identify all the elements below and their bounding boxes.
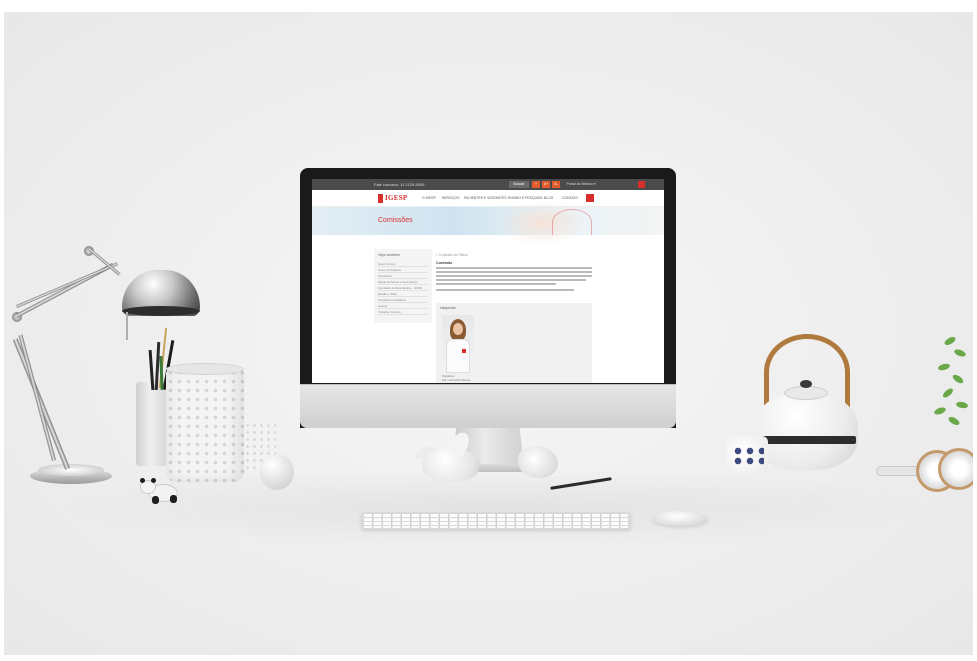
lamp-upper-arm-2 bbox=[15, 262, 119, 308]
font-decrease-button[interactable]: A- bbox=[552, 181, 560, 188]
panda-ear bbox=[140, 478, 145, 483]
stethoscope-graphic bbox=[552, 209, 592, 235]
key-row bbox=[364, 525, 628, 528]
nav-item-igesp[interactable]: O IGESP bbox=[422, 196, 436, 200]
sidebar-item[interactable]: Saúde Ambiental e Governança bbox=[378, 280, 428, 285]
key-row bbox=[364, 518, 628, 521]
plant bbox=[933, 328, 973, 428]
paragraph-line bbox=[436, 267, 592, 269]
site-topbar: Fale conosco: 11 2129-5000 Buscar + A+ A… bbox=[312, 179, 664, 190]
nav-item-ensino[interactable]: ENSINO E PESQUISA bbox=[508, 196, 542, 200]
portal-link[interactable]: Portal do Médico ▾ bbox=[564, 181, 598, 188]
page-banner: Comissões bbox=[312, 201, 664, 245]
member-role: Presidente bbox=[442, 375, 455, 378]
breadcrumb[interactable]: > Comissão de Óbitos bbox=[436, 253, 467, 257]
imac-computer: Fale conosco: 11 2129-5000 Buscar + A+ A… bbox=[300, 168, 676, 473]
nav-search-icon[interactable] bbox=[586, 194, 594, 202]
paragraph-line bbox=[436, 279, 586, 281]
sidebar-item[interactable]: Comissões bbox=[378, 274, 428, 279]
panda-leg bbox=[170, 495, 177, 503]
teapot-knob bbox=[800, 380, 812, 388]
photo-scene: Fale conosco: 11 2129-5000 Buscar + A+ A… bbox=[0, 0, 977, 661]
leaf bbox=[941, 386, 955, 400]
paragraph-line bbox=[436, 283, 556, 285]
sidebar-item[interactable]: Trabalhe Conosco bbox=[378, 310, 428, 315]
topbar-phone: Fale conosco: 11 2129-5000 bbox=[374, 182, 425, 187]
headphones bbox=[876, 446, 973, 496]
headphone-ear-cup bbox=[938, 448, 973, 490]
apple-logo-icon bbox=[481, 398, 495, 414]
paragraph-line bbox=[436, 275, 592, 277]
sidebar-item[interactable]: Corpo de Diretoria bbox=[378, 268, 428, 273]
topbar-accessibility-button[interactable]: + bbox=[532, 181, 540, 188]
sidebar-item[interactable]: Programa Compliance bbox=[378, 298, 428, 303]
topbar-search-input[interactable]: Buscar bbox=[509, 181, 529, 188]
lamp-shade-rim bbox=[122, 306, 200, 316]
paragraph-line bbox=[436, 271, 592, 273]
leaf bbox=[937, 362, 951, 372]
lamp-lower-arm-2 bbox=[18, 334, 56, 462]
grey-pencil-cup bbox=[136, 382, 170, 466]
photo-badge bbox=[462, 349, 466, 353]
leaf bbox=[947, 415, 961, 427]
nav-item-servicos[interactable]: SERVIÇOS bbox=[442, 196, 459, 200]
nav-item-pacientes[interactable]: PACIENTES E VISITANTES bbox=[464, 196, 507, 200]
member-name: Dra. Luiza Maria Moraes bbox=[442, 379, 471, 382]
site-navbar: IGESP O IGESP SERVIÇOS PACIENTES E VISIT… bbox=[312, 190, 664, 207]
mouse bbox=[652, 511, 708, 526]
leaf bbox=[951, 373, 965, 385]
font-increase-button[interactable]: A+ bbox=[542, 181, 550, 188]
sidebar-title: Veja também bbox=[378, 253, 401, 257]
leaf bbox=[933, 406, 947, 416]
photo-coat bbox=[446, 339, 470, 373]
key-row bbox=[364, 514, 628, 517]
lamp-base-top bbox=[38, 464, 104, 476]
photo-face bbox=[453, 323, 463, 335]
members-card: Integrantes Presidente Dra. Luiza Maria … bbox=[436, 303, 592, 383]
leaf bbox=[955, 401, 969, 409]
content-title: Comissão bbox=[436, 261, 453, 265]
keyboard bbox=[361, 512, 631, 529]
white-perforated-holder bbox=[166, 368, 244, 482]
white-ball-ornament bbox=[260, 454, 294, 490]
nav-item-blog[interactable]: BLOG bbox=[544, 196, 553, 200]
lamp-lower-arm bbox=[12, 338, 70, 470]
teapot-band bbox=[756, 436, 856, 444]
paragraph-line bbox=[436, 289, 574, 291]
cup-pattern bbox=[732, 446, 764, 466]
site-logo[interactable]: IGESP bbox=[385, 194, 408, 202]
topbar-plus-icon[interactable] bbox=[638, 181, 645, 188]
sidebar-item[interactable]: Quem Somos bbox=[378, 262, 428, 267]
teapot bbox=[754, 392, 858, 470]
leaf bbox=[953, 348, 967, 358]
logo-icon bbox=[378, 194, 383, 203]
panda-leg bbox=[152, 496, 159, 504]
nav-item-contato[interactable]: CONTATO bbox=[562, 196, 578, 200]
page-title: Comissões bbox=[378, 217, 413, 224]
lamp-pull-cord bbox=[126, 312, 128, 340]
leaf bbox=[943, 335, 957, 347]
sidebar-item[interactable]: Galeria bbox=[378, 304, 428, 309]
patterned-cup bbox=[726, 436, 768, 476]
sidebar-item[interactable]: Missão e Visão bbox=[378, 292, 428, 297]
imac-screen: Fale conosco: 11 2129-5000 Buscar + A+ A… bbox=[312, 179, 664, 383]
panda-ear bbox=[151, 478, 156, 483]
card-label: Integrantes bbox=[440, 306, 456, 310]
doctor-photo bbox=[442, 315, 474, 373]
panda-figurine bbox=[138, 478, 186, 506]
white-holder-rim bbox=[166, 363, 244, 375]
teapot-lid bbox=[784, 386, 828, 400]
sidebar: Veja também Quem Somos Corpo de Diretori… bbox=[374, 249, 432, 323]
sidebar-item[interactable]: Comissão de Ética Médica – SGPE bbox=[378, 286, 428, 291]
crumpled-paper bbox=[518, 446, 558, 478]
